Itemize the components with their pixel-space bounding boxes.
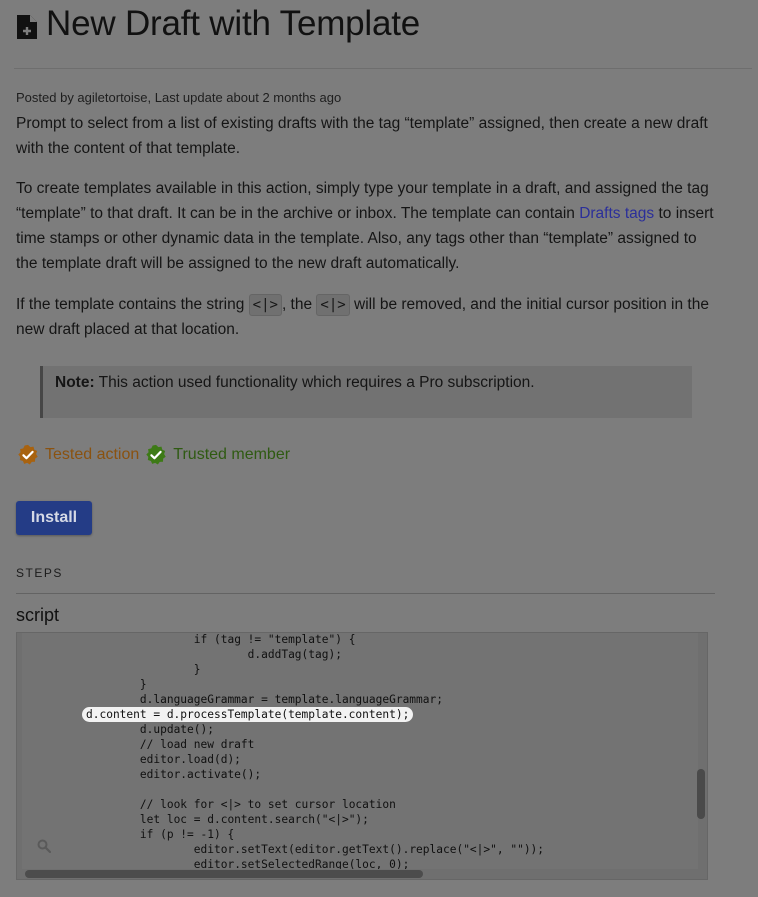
description-paragraph-1: Prompt to select from a list of existing… xyxy=(16,115,708,157)
code-lines-before: if (tag != "template") { d.addTag(tag); … xyxy=(139,633,443,706)
tested-check-icon xyxy=(18,444,38,465)
horizontal-scrollbar[interactable] xyxy=(25,870,423,878)
trusted-member-badge: Trusted member xyxy=(145,444,290,466)
document-add-icon xyxy=(17,15,37,39)
inline-code: <|> xyxy=(248,294,282,316)
install-button[interactable]: Install xyxy=(16,501,92,535)
page-header: New Draft with Template xyxy=(16,4,420,44)
inline-code: <|> xyxy=(316,294,350,316)
highlighted-code-line: d.content = d.processTemplate(template.c… xyxy=(82,707,414,722)
steps-divider xyxy=(16,593,715,594)
code-content: if (tag != "template") { d.addTag(tag); … xyxy=(82,633,545,869)
code-area[interactable]: if (tag != "template") { d.addTag(tag); … xyxy=(22,633,698,869)
script-step-title: script xyxy=(16,605,60,625)
code-viewer[interactable]: if (tag != "template") { d.addTag(tag); … xyxy=(16,632,708,880)
description-text: If the template contains the string xyxy=(16,296,249,313)
description-text: , the xyxy=(281,296,317,313)
note-label: Note: xyxy=(55,374,95,391)
note-text: This action used functionality which req… xyxy=(94,374,535,391)
trusted-check-icon xyxy=(146,444,166,465)
steps-heading: STEPS xyxy=(16,566,63,580)
search-icon[interactable] xyxy=(37,839,51,853)
tested-label: Tested action xyxy=(45,446,140,463)
description-paragraph-2: To create templates available in this ac… xyxy=(16,176,716,276)
code-lines-after: d.update(); // load new draft editor.loa… xyxy=(139,723,545,869)
post-meta: Posted by agiletortoise, Last update abo… xyxy=(16,90,342,105)
page-title: New Draft with Template xyxy=(46,4,421,43)
pro-note: Note: This action used functionality whi… xyxy=(40,366,692,418)
vertical-scrollbar[interactable] xyxy=(697,769,705,819)
trusted-label: Trusted member xyxy=(173,446,291,463)
badges: Tested action Trusted member xyxy=(17,444,296,466)
tested-action-badge: Tested action xyxy=(17,444,139,466)
description-paragraph-3: If the template contains the string <|>,… xyxy=(16,292,716,342)
header-divider xyxy=(14,68,752,69)
drafts-tags-link[interactable]: Drafts tags xyxy=(579,205,654,222)
